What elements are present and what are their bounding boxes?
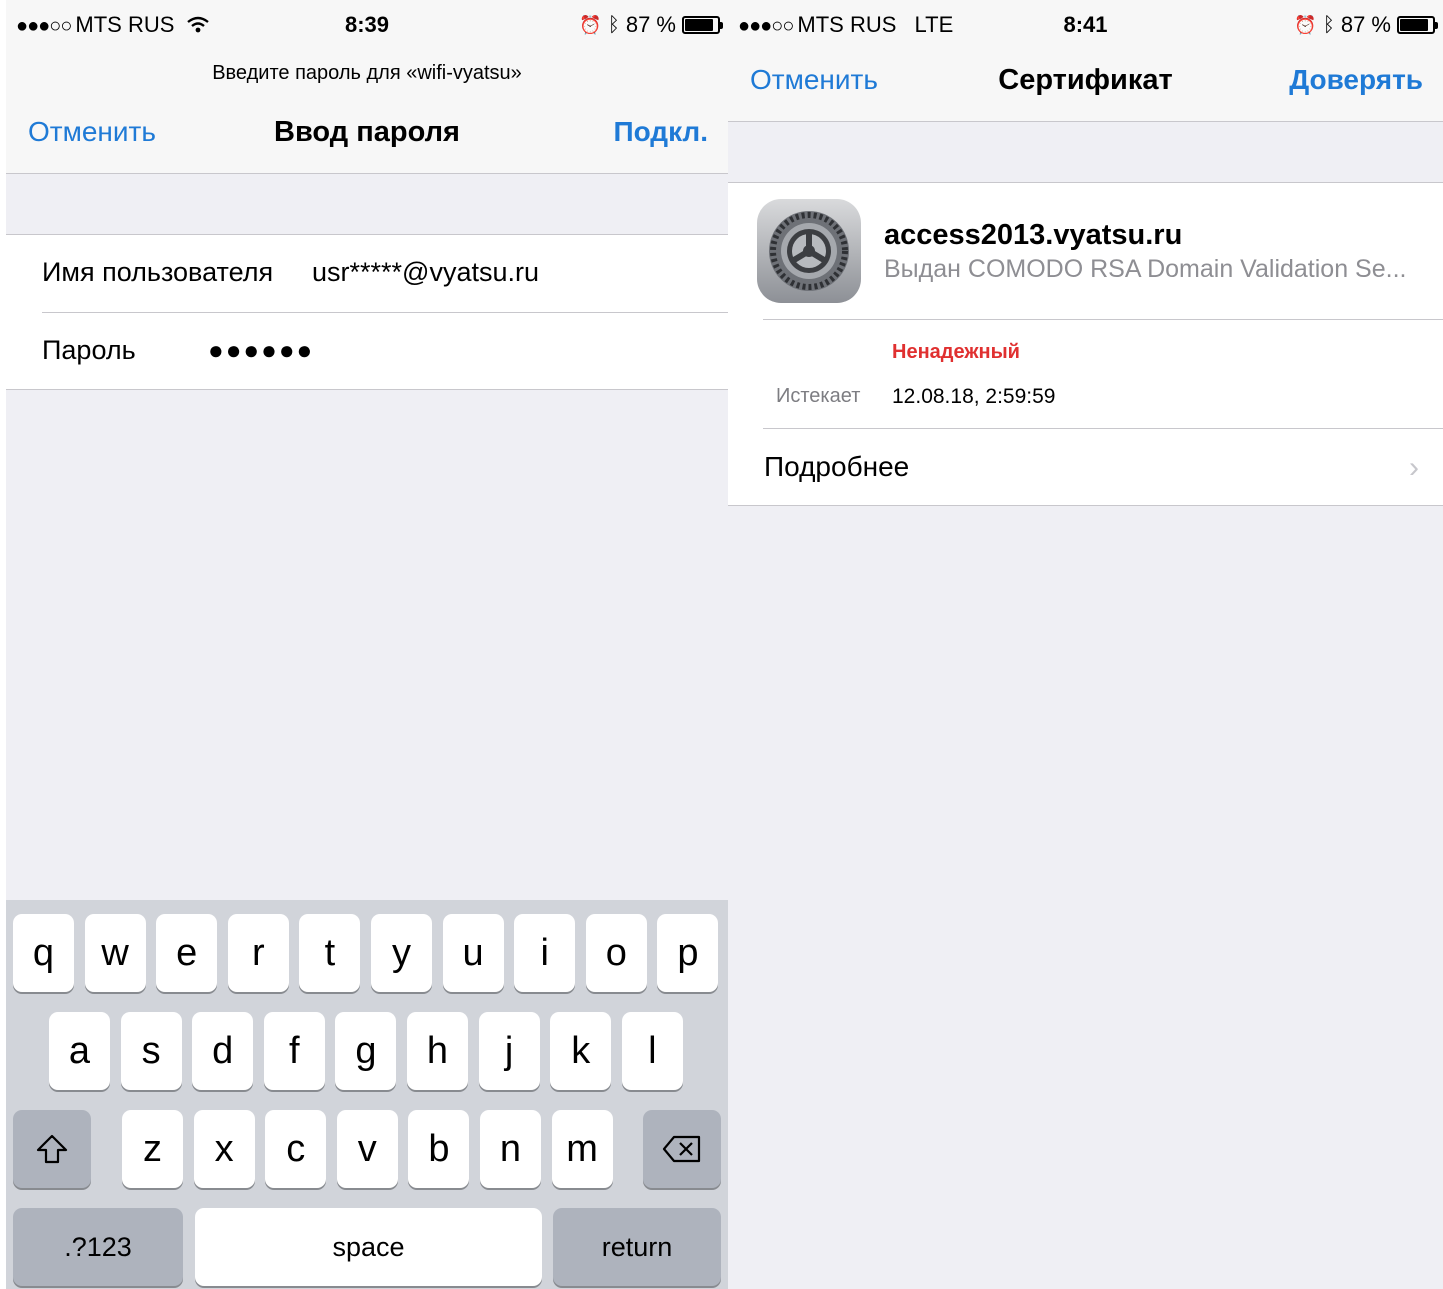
key-y[interactable]: y [371,914,432,992]
certificate-screen: ●●●○○ MTS RUS LTE 8:41 ⏰ ᛒ 87 % Сертифика… [728,0,1443,1289]
navigation-bar: Введите пароль для «wifi-vyatsu» Ввод па… [6,52,728,174]
key-n[interactable]: n [480,1110,541,1188]
battery-percent: 87 % [1340,12,1391,37]
key-w[interactable]: w [84,914,146,992]
key-r[interactable]: r [227,914,289,992]
key-f[interactable]: f [263,1012,325,1090]
cancel-button[interactable]: Отменить [28,116,156,148]
password-row[interactable]: Пароль ●●●●●● [6,313,728,391]
cancel-button[interactable]: Отменить [750,64,878,96]
key-p[interactable]: p [657,914,719,992]
alarm-icon: ⏰ [1294,14,1317,35]
key-o[interactable]: o [585,914,647,992]
key-c[interactable]: c [265,1110,327,1188]
battery-icon [1397,16,1438,34]
navigation-bar: Сертификат Отменить Доверять [728,52,1443,122]
username-field[interactable]: usr*****@vyatsu.ru [312,257,539,288]
password-field[interactable]: ●●●●●● [208,335,314,366]
username-row[interactable]: Имя пользователя usr*****@vyatsu.ru [6,235,728,313]
key-q[interactable]: q [13,914,74,992]
key-d[interactable]: d [192,1012,254,1090]
trust-status: Ненадежный [892,341,1020,363]
trust-button[interactable]: Доверять [1289,64,1423,96]
key-t[interactable]: t [299,914,361,992]
more-details-label: Подробнее [764,451,910,482]
expires-label: Истекает [776,385,861,407]
return-key[interactable]: return [553,1208,721,1286]
keyboard: qwertyuiop asdfghjkl zxcvbnm .?123 space… [6,900,728,1289]
settings-gear-icon [757,199,861,303]
key-k[interactable]: k [550,1012,612,1090]
key-e[interactable]: e [156,914,218,992]
delete-key[interactable] [643,1110,721,1188]
key-m[interactable]: m [551,1110,613,1188]
key-g[interactable]: g [335,1012,397,1090]
battery-percent: 87 % [625,12,676,37]
bluetooth-icon: ᛒ [1322,13,1335,36]
key-l[interactable]: l [621,1012,683,1090]
more-details-row[interactable]: Подробнее › [728,429,1443,507]
password-label: Пароль [42,335,136,365]
key-j[interactable]: j [478,1012,540,1090]
shift-icon [36,1134,68,1164]
username-label: Имя пользователя [42,257,274,287]
backspace-icon [662,1135,701,1163]
key-s[interactable]: s [120,1012,182,1090]
credentials-form: Имя пользователя usr*****@vyatsu.ru Паро… [6,234,728,390]
bluetooth-icon: ᛒ [607,13,620,36]
battery-icon [682,16,723,34]
key-x[interactable]: x [193,1110,255,1188]
chevron-right-icon: › [1409,451,1419,484]
space-key[interactable]: space [195,1208,542,1286]
connect-button[interactable]: Подкл. [613,116,708,148]
certificate-issuer: Выдан COMODO RSA Domain Validation Se... [884,255,1407,283]
key-z[interactable]: z [122,1110,183,1188]
key-v[interactable]: v [336,1110,398,1188]
key-a[interactable]: a [49,1012,110,1090]
status-bar: ●●●○○ MTS RUS LTE 8:41 ⏰ ᛒ 87 % [728,0,1443,52]
key-h[interactable]: h [407,1012,468,1090]
key-b[interactable]: b [408,1110,470,1188]
password-prompt: Введите пароль для «wifi-vyatsu» [212,62,522,84]
divider [763,319,1443,320]
expires-value: 12.08.18, 2:59:59 [892,385,1056,408]
numbers-key[interactable]: .?123 [13,1208,183,1286]
key-i[interactable]: i [514,914,576,992]
status-bar: ●●●○○ MTS RUS 8:39 ⏰ ᛒ 87 % [6,0,728,52]
alarm-icon: ⏰ [579,14,602,35]
certificate-domain: access2013.vyatsu.ru [884,219,1183,251]
key-u[interactable]: u [442,914,504,992]
shift-key[interactable] [13,1110,91,1188]
wifi-password-screen: ●●●○○ MTS RUS 8:39 ⏰ ᛒ 87 % Введите парол… [6,0,728,1289]
certificate-card: access2013.vyatsu.ru Выдан COMODO RSA Do… [728,182,1443,506]
